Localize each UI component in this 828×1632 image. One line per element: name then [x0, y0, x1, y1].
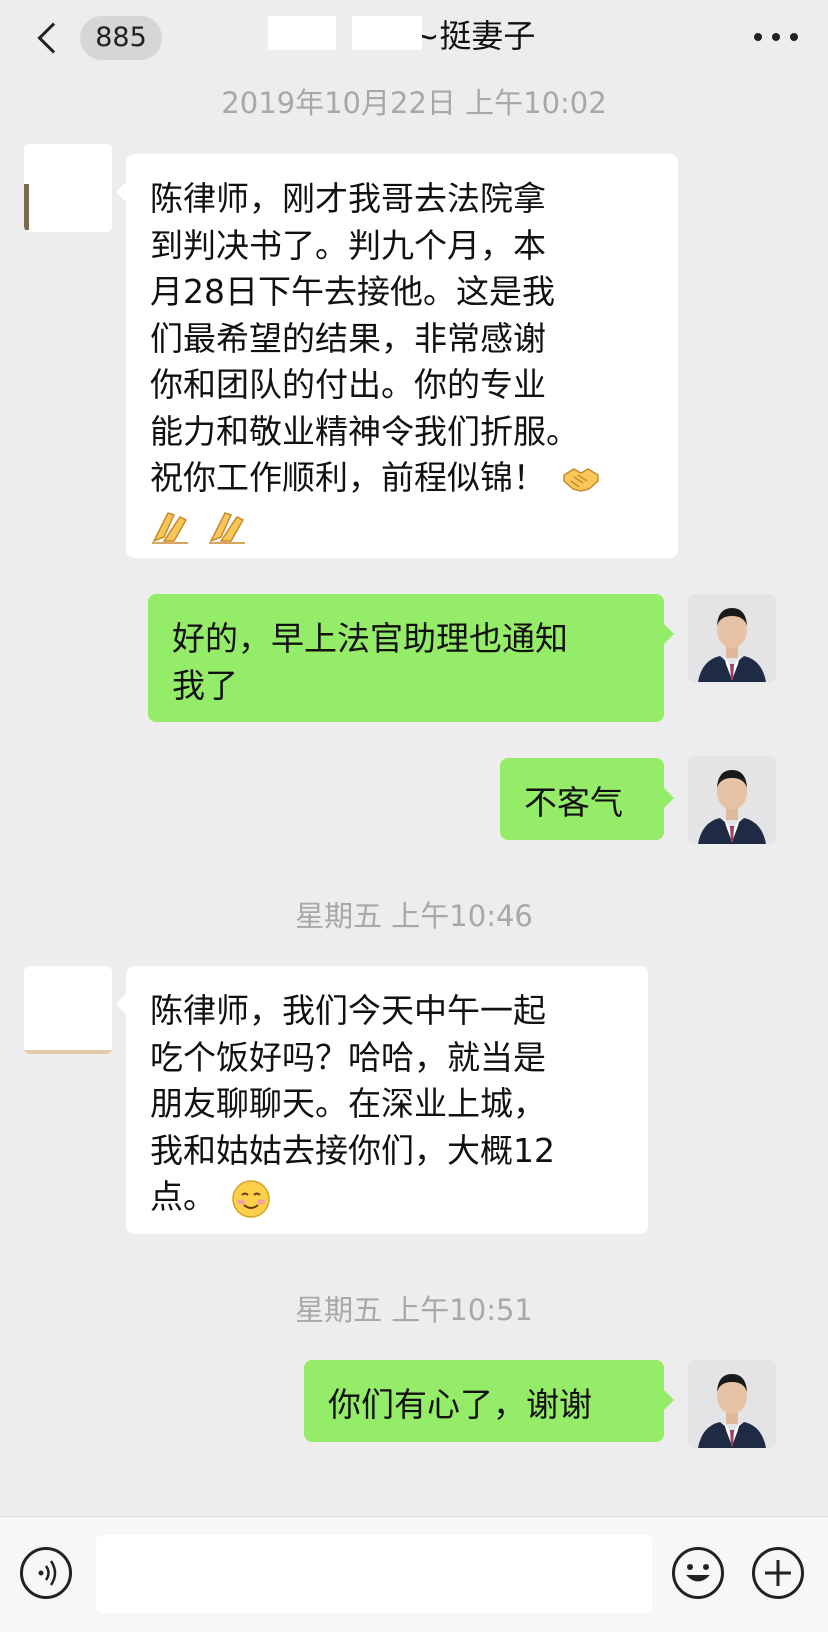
message-input-bar	[0, 1516, 828, 1632]
message-line: 我和姑姑去接你们，大概12	[150, 1130, 555, 1170]
message-line: 到判决书了。判九个月，本	[150, 225, 546, 265]
message-timestamp: 星期五 上午10:46	[295, 899, 533, 933]
title-redaction	[268, 16, 336, 50]
emoji-icon	[686, 1564, 710, 1582]
message-line: 陈律师，我们今天中午一起	[150, 991, 546, 1030]
message-text: 点。	[150, 1177, 216, 1216]
message-line: 好的，早上法官助理也通知	[172, 619, 568, 658]
smile-icon	[231, 1179, 270, 1218]
user-avatar[interactable]	[688, 756, 776, 844]
message-line: 月28日下午去接他。这是我	[150, 272, 555, 311]
message-line: 你和团队的付出。你的专业	[150, 365, 546, 404]
clap-icon	[208, 512, 245, 544]
handshake-icon	[562, 467, 599, 492]
message-line: 祝你工作顺利，前程似锦！	[150, 455, 654, 502]
message-line: 们最希望的结果，非常感谢	[150, 318, 546, 358]
person-portrait-icon	[688, 756, 776, 844]
message-line	[150, 502, 654, 549]
user-avatar[interactable]	[688, 594, 776, 682]
clap-icon	[152, 512, 188, 544]
voice-input-button[interactable]	[20, 1547, 72, 1599]
message-line: 你们有心了，谢谢	[328, 1385, 592, 1424]
outgoing-message-bubble[interactable]: 你们有心了，谢谢	[304, 1360, 674, 1442]
message-text-input[interactable]	[96, 1535, 652, 1613]
incoming-message-bubble[interactable]: 陈律师，刚才我哥去法院拿 到判决书了。判九个月，本 月28日下午去接他。这是我 …	[116, 154, 678, 558]
person-portrait-icon	[688, 594, 776, 682]
voice-icon	[38, 1560, 57, 1586]
outgoing-message-bubble[interactable]: 不客气	[500, 758, 674, 840]
title-redaction	[352, 16, 422, 50]
incoming-message-bubble[interactable]: 陈律师，我们今天中午一起 吃个饭好吗？哈哈，就当是 朋友聊聊天。在深业上城， 我…	[116, 966, 648, 1234]
emoji-button[interactable]	[672, 1547, 724, 1599]
message-line: 不客气	[524, 783, 623, 822]
message-line: 吃个饭好吗？哈哈，就当是	[150, 1037, 546, 1077]
more-options-icon[interactable]	[754, 30, 798, 44]
plus-icon	[765, 1560, 791, 1586]
message-timestamp: 2019年10月22日 上午10:02	[221, 86, 607, 120]
chat-header: 885 ~挺妻子	[0, 0, 828, 80]
message-line: 点。	[150, 1174, 624, 1221]
message-line: 陈律师，刚才我哥去法院拿	[150, 179, 546, 218]
message-line: 我了	[172, 665, 238, 705]
message-line: 朋友聊聊天。在深业上城，	[150, 1084, 546, 1123]
contact-avatar[interactable]	[24, 966, 112, 1054]
user-avatar[interactable]	[688, 1360, 776, 1448]
chat-title-text: ~挺妻子	[412, 17, 536, 55]
outgoing-message-bubble[interactable]: 好的，早上法官助理也通知 我了	[148, 594, 674, 722]
person-portrait-icon	[688, 1360, 776, 1448]
message-line: 能力和敬业精神令我们折服。	[150, 411, 579, 451]
chat-screen: 885 ~挺妻子 2019年10月22日 上午10:02 陈律师，刚才我哥去法院…	[0, 0, 828, 1632]
message-timestamp: 星期五 上午10:51	[295, 1293, 533, 1327]
contact-avatar[interactable]	[24, 144, 112, 232]
message-text: 祝你工作顺利，前程似锦！	[150, 458, 546, 497]
more-actions-button[interactable]	[752, 1547, 804, 1599]
